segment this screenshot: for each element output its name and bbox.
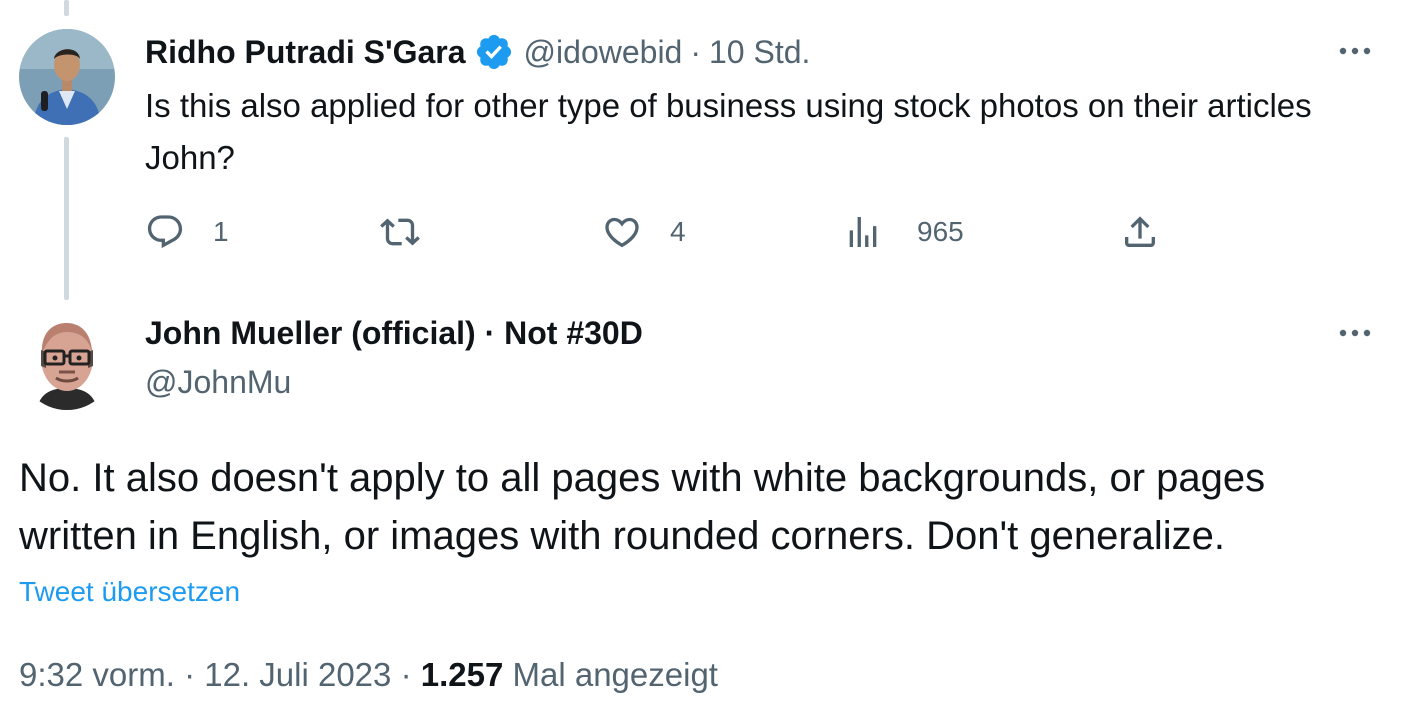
bar-chart-icon [849,217,877,247]
author-name[interactable]: Ridho Putradi S'Gara [145,30,466,74]
translate-tweet-link[interactable]: Tweet übersetzen [19,572,240,612]
reply-button[interactable]: 1 [145,210,229,254]
author-handle[interactable]: @idowebid [524,30,683,74]
separator-dot: · [690,34,701,70]
more-dots-icon [1339,329,1371,337]
share-upload-icon [1125,216,1155,247]
separator-dot: · [184,656,196,693]
share-button[interactable] [1120,210,1160,254]
retweet-button[interactable] [380,210,448,254]
tweet-view-count[interactable]: 1.257 [421,656,504,693]
heart-icon [605,217,639,248]
main-author-handle[interactable]: @JohnMu [145,360,291,404]
like-button[interactable]: 4 [602,210,686,254]
tweet-time[interactable]: 9:32 vorm. [19,656,175,693]
more-options-button[interactable] [1333,36,1377,66]
verified-badge-icon[interactable] [474,32,514,72]
tweet-meta: 9:32 vorm. · 12. Juli 2023 · 1.257 Mal a… [19,650,718,700]
more-dots-icon [1339,47,1371,55]
more-options-button[interactable] [1333,318,1377,348]
main-author-name[interactable]: John Mueller (official) · Not #30D [145,311,643,355]
main-tweet-text: No. It also doesn't apply to all pages w… [19,456,1266,558]
avatar-ridho[interactable] [19,29,115,125]
thread-connector [64,137,69,300]
views-button[interactable]: 965 [843,210,964,254]
avatar-ridho-image [19,29,115,125]
separator-dot: · [400,656,412,693]
reply-tweet-text: Is this also applied for other type of b… [145,87,1312,176]
tweet-date[interactable]: 12. Juli 2023 [204,656,391,693]
tweet-view-label: Mal angezeigt [512,656,718,693]
avatar-johnmu-image [19,314,115,410]
view-count: 965 [917,216,964,247]
tweet-timestamp[interactable]: 10 Std. [709,30,810,74]
reply-tweet-header: Ridho Putradi S'Gara @idowebid · 10 Std. [145,30,810,74]
speech-bubble-icon [147,215,183,249]
like-count: 4 [670,216,686,247]
reply-count: 1 [213,216,229,247]
thread-connector-top [64,0,69,16]
avatar-johnmu[interactable] [19,314,115,410]
retweet-icon [380,218,420,246]
tweet-thread: Ridho Putradi S'Gara @idowebid · 10 Std.… [0,0,1412,720]
